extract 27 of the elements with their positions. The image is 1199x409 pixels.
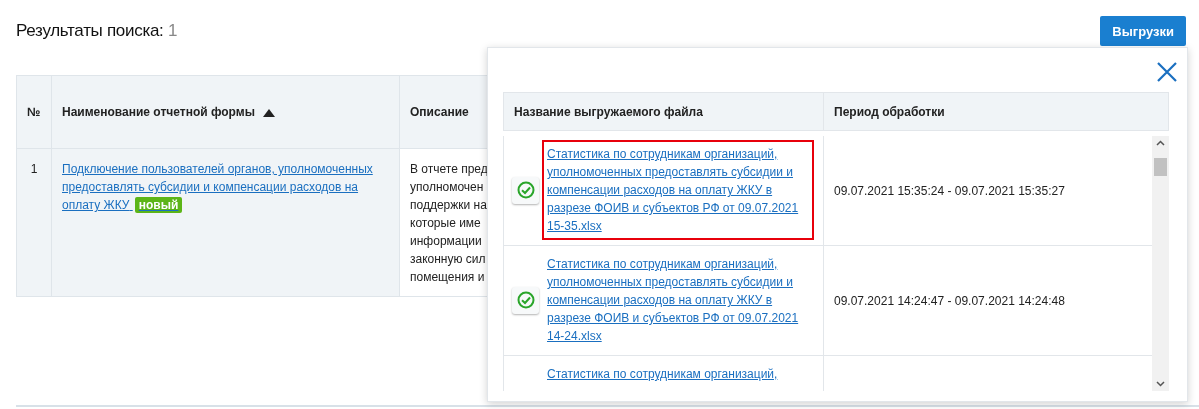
description-text: законную сил	[410, 251, 486, 268]
new-badge: новый	[134, 197, 183, 213]
search-results-title: Результаты поиска: 1	[16, 21, 178, 41]
scrollbar-thumb[interactable]	[1154, 158, 1167, 176]
file-link[interactable]: Статистика по сотрудникам организаций, уполномоченных предоставлять субсидии и компенсации расходов на оплату ЖКУ в разрезе ФОИВ и субъектов РФ от 09.07.2021 15-35.xlsx	[542, 140, 814, 240]
sort-ascending-icon	[262, 108, 275, 117]
description-text: информации	[410, 233, 482, 250]
column-header[interactable]: Наименование отчетной формы	[51, 75, 400, 149]
report-link[interactable]: Подключение пользователей органов, уполномоченных предоставлять субсидии и компенсации расходов на оплату ЖКУ новый	[62, 160, 389, 214]
column-header[interactable]: №	[16, 75, 52, 149]
scroll-up-icon[interactable]	[1156, 140, 1165, 146]
description-text: поддержки на	[410, 197, 487, 214]
scroll-down-icon[interactable]	[1156, 381, 1165, 387]
column-header: Период обработки	[823, 93, 1168, 130]
description-text: уполномочен	[410, 179, 484, 196]
description-text: В отчете пред	[410, 161, 488, 178]
column-header: Название выгружаемого файла	[513, 103, 704, 121]
period-text: 09.07.2021 15:35:24 - 09.07.2021 15:35:27	[834, 183, 1065, 198]
description-text: которые име	[410, 215, 481, 232]
file-link[interactable]: Статистика по сотрудникам организаций,	[542, 360, 814, 388]
exports-button[interactable]: Выгрузки	[1100, 16, 1186, 46]
table-cell: 1	[16, 148, 52, 297]
description-text: помещения и	[410, 269, 485, 286]
file-link[interactable]: Статистика по сотрудникам организаций, уполномоченных предоставлять субсидии и компенсации расходов на оплату ЖКУ в разрезе ФОИВ и субъектов РФ от 09.07.2021 14-24.xlsx	[542, 250, 814, 350]
scrollbar[interactable]	[1152, 136, 1169, 391]
close-icon[interactable]	[1156, 61, 1178, 83]
period-text: 09.07.2021 14:24:47 - 09.07.2021 14:24:48	[834, 293, 1065, 308]
